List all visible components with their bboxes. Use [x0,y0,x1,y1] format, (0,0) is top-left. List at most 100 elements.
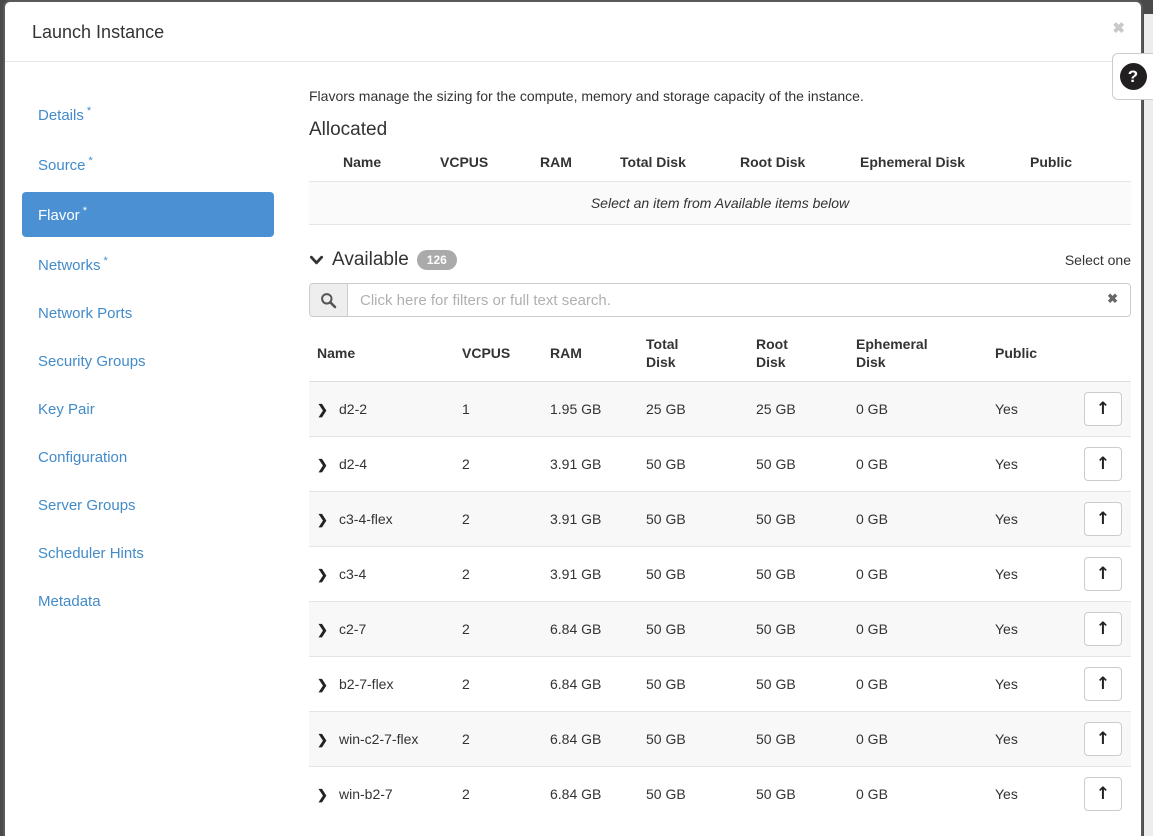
cell-vcpus: 2 [454,547,542,602]
modal-header: Launch Instance ✖ [5,2,1141,62]
cell-name: ❯c3-4 [309,547,454,602]
search-input[interactable] [347,283,1131,317]
flavor-name: d2-4 [339,456,367,472]
cell-ephemeral-disk: 0 GB [848,547,987,602]
column-header-public: Public [987,325,1075,382]
available-header-row: Name VCPUS RAM TotalDisk RootDisk Epheme… [309,325,1131,382]
cell-ram: 3.91 GB [542,492,638,547]
column-header-total-disk: Total Disk [612,141,732,182]
cell-total-disk: 50 GB [638,657,748,712]
cell-public: Yes [987,492,1075,547]
cell-ram: 6.84 GB [542,767,638,822]
flavor-row: ❯win-c2-7-flex 2 6.84 GB 50 GB 50 GB 0 G… [309,712,1131,767]
flavor-name: win-c2-7-flex [339,731,418,747]
cell-root-disk: 50 GB [748,437,848,492]
arrow-up-icon: ↑ [1096,399,1110,419]
expand-row-icon[interactable]: ❯ [317,457,339,473]
sidebar-item-details[interactable]: Details* [22,92,274,137]
expand-row-icon[interactable]: ❯ [317,622,339,638]
allocated-empty-row: Select an item from Available items belo… [309,182,1131,225]
cell-ephemeral-disk: 0 GB [848,492,987,547]
sidebar-item-label: Security Groups [38,353,146,370]
required-asterisk: * [87,105,91,117]
question-icon: ? [1120,63,1147,90]
cell-ephemeral-disk: 0 GB [848,382,987,437]
sidebar-item-server-groups[interactable]: Server Groups [22,484,274,527]
flavor-row: ❯c2-7 2 6.84 GB 50 GB 50 GB 0 GB Yes ↑ [309,602,1131,657]
sidebar-item-flavor[interactable]: Flavor* [22,192,274,237]
allocate-flavor-button[interactable]: ↑ [1084,392,1122,426]
expand-row-icon[interactable]: ❯ [317,787,339,803]
cell-vcpus: 1 [454,382,542,437]
expand-row-icon[interactable]: ❯ [317,732,339,748]
cell-actions: ↑ [1075,712,1131,767]
sidebar-item-security-groups[interactable]: Security Groups [22,340,274,383]
cell-name: ❯d2-4 [309,437,454,492]
allocate-flavor-button[interactable]: ↑ [1084,667,1122,701]
cell-ram: 3.91 GB [542,547,638,602]
arrow-up-icon: ↑ [1096,674,1110,694]
cell-root-disk: 50 GB [748,547,848,602]
sidebar-item-configuration[interactable]: Configuration [22,436,274,479]
sidebar-item-networks[interactable]: Networks* [22,242,274,287]
cell-vcpus: 2 [454,657,542,712]
allocate-flavor-button[interactable]: ↑ [1084,447,1122,481]
cell-public: Yes [987,767,1075,822]
expand-row-icon[interactable]: ❯ [317,512,339,528]
clear-search-icon[interactable]: ✖ [1107,292,1118,305]
cell-root-disk: 50 GB [748,492,848,547]
sidebar-item-label: Metadata [38,593,101,610]
required-asterisk: * [89,155,93,167]
search-addon [309,283,347,317]
filter-search-bar: ✖ [309,283,1131,317]
flavor-row: ❯c3-4 2 3.91 GB 50 GB 50 GB 0 GB Yes ↑ [309,547,1131,602]
allocate-flavor-button[interactable]: ↑ [1084,502,1122,536]
cell-name: ❯b2-7-flex [309,657,454,712]
flavor-step-content: Flavors manage the sizing for the comput… [309,88,1131,821]
expand-row-icon[interactable]: ❯ [317,402,339,418]
search-icon [320,292,337,309]
cell-root-disk: 50 GB [748,602,848,657]
allocate-flavor-button[interactable]: ↑ [1084,777,1122,811]
expand-row-icon[interactable]: ❯ [317,567,339,583]
arrow-up-icon: ↑ [1096,454,1110,474]
cell-vcpus: 2 [454,437,542,492]
flavor-name: win-b2-7 [339,786,393,802]
sidebar-item-label: Networks [38,257,101,274]
sidebar-item-key-pair[interactable]: Key Pair [22,388,274,431]
cell-total-disk: 50 GB [638,712,748,767]
flavor-row: ❯d2-4 2 3.91 GB 50 GB 50 GB 0 GB Yes ↑ [309,437,1131,492]
allocate-flavor-button[interactable]: ↑ [1084,612,1122,646]
flavor-name: c2-7 [339,621,366,637]
close-icon[interactable]: ✖ [1112,21,1125,36]
cell-ram: 6.84 GB [542,602,638,657]
cell-public: Yes [987,657,1075,712]
sidebar-item-label: Flavor [38,207,80,224]
column-header-vcpus: VCPUS [432,141,532,182]
allocate-flavor-button[interactable]: ↑ [1084,722,1122,756]
cell-actions: ↑ [1075,767,1131,822]
expand-row-icon[interactable]: ❯ [317,677,339,693]
flavor-name: c3-4 [339,566,366,582]
sidebar-item-label: Details [38,107,84,124]
arrow-up-icon: ↑ [1096,509,1110,529]
cell-actions: ↑ [1075,492,1131,547]
cell-total-disk: 50 GB [638,492,748,547]
allocate-flavor-button[interactable]: ↑ [1084,557,1122,591]
allocated-heading: Allocated [309,119,1131,141]
flavor-name: d2-2 [339,401,367,417]
sidebar-item-label: Server Groups [38,497,136,514]
sidebar-item-source[interactable]: Source* [22,142,274,187]
sidebar-item-scheduler-hints[interactable]: Scheduler Hints [22,532,274,575]
sidebar-item-label: Scheduler Hints [38,545,144,562]
column-header-ephemeral-disk: EphemeralDisk [848,325,987,382]
chevron-down-icon[interactable] [309,253,324,268]
column-header-root-disk: Root Disk [732,141,852,182]
sidebar-item-network-ports[interactable]: Network Ports [22,292,274,335]
help-button[interactable]: ? [1112,53,1153,100]
cell-total-disk: 50 GB [638,547,748,602]
cell-public: Yes [987,547,1075,602]
cell-vcpus: 2 [454,767,542,822]
cell-vcpus: 2 [454,492,542,547]
sidebar-item-metadata[interactable]: Metadata [22,580,274,623]
